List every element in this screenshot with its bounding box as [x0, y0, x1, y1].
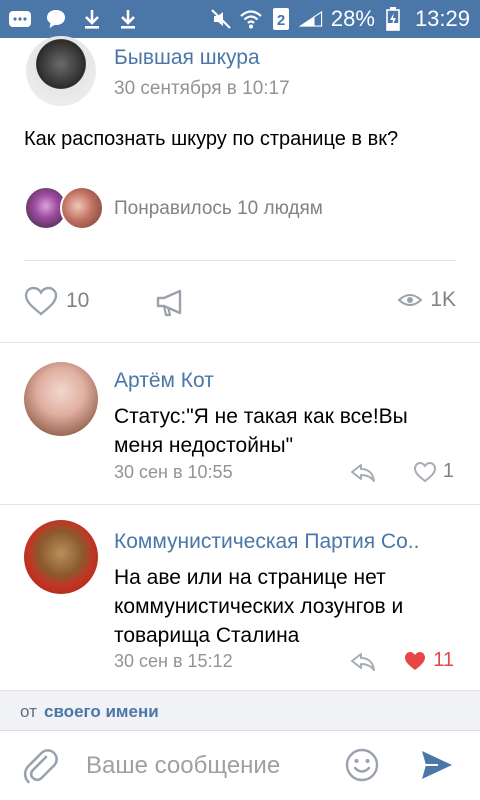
send-button[interactable]: [420, 749, 454, 786]
download-icon: [80, 7, 104, 31]
status-bar: 2 28% 13:29: [0, 0, 480, 38]
message-input[interactable]: [86, 747, 316, 785]
emoji-button[interactable]: [345, 748, 379, 787]
heart-filled-icon: [405, 651, 426, 670]
clock: 13:29: [414, 6, 470, 31]
chat-icon: [8, 7, 32, 31]
sim-2-icon: 2: [269, 7, 293, 31]
heart-outline-icon: [413, 461, 436, 482]
comment-date: 30 сен в 15:12: [114, 651, 233, 671]
post-text: Как распознать шкуру по странице в вк?: [24, 128, 399, 150]
attach-button[interactable]: [22, 747, 58, 790]
post-actions: 10 1K: [24, 282, 456, 326]
comment-like-button[interactable]: 1: [413, 460, 454, 483]
post-author-avatar[interactable]: [26, 36, 96, 106]
divider: [24, 260, 456, 261]
comment-author-name[interactable]: Коммунистическая Партия Со..: [114, 530, 419, 554]
like-count: 10: [66, 289, 90, 312]
heart-outline-icon: [24, 286, 58, 316]
message-icon: [44, 7, 68, 31]
megaphone-icon: [156, 289, 182, 317]
notification-icons: [8, 7, 140, 31]
comment-text: На аве или на странице нет коммунистичес…: [114, 566, 404, 647]
message-composer: [0, 730, 480, 800]
download-icon: [116, 7, 140, 31]
likers-avatars[interactable]: [24, 186, 108, 230]
post-as-bar[interactable]: от своего имени: [0, 690, 480, 730]
send-icon: [422, 751, 452, 779]
eye-icon: [398, 294, 423, 306]
paperclip-icon: [23, 749, 58, 784]
comment-text: Статус:"Я не такая как все!Вы меня недос…: [114, 405, 408, 457]
like-button[interactable]: 10: [24, 286, 89, 316]
comment-author-avatar[interactable]: [24, 520, 98, 594]
post-as-label: от: [20, 702, 37, 721]
post-author-name[interactable]: Бывшая шкура: [114, 46, 260, 70]
battery-percent: 28%: [330, 6, 375, 31]
reply-button[interactable]: [350, 463, 376, 488]
divider: [0, 342, 480, 343]
system-icons: 2 28% 13:29: [209, 6, 470, 32]
battery-charging-icon: [381, 7, 405, 31]
reply-icon: [351, 464, 375, 482]
divider: [0, 504, 480, 505]
smiley-icon: [345, 748, 379, 782]
post-date: 30 сентября в 10:17: [114, 78, 290, 99]
reply-button[interactable]: [350, 652, 376, 677]
likes-summary[interactable]: Понравилось 10 людям: [114, 198, 323, 220]
comment-like-count: 1: [442, 460, 454, 482]
mute-icon: [209, 7, 233, 31]
comment-like-button[interactable]: 11: [403, 649, 454, 672]
reply-icon: [351, 653, 375, 671]
wifi-icon: [239, 7, 263, 31]
views-counter: 1K: [398, 288, 456, 312]
comment-date: 30 сен в 10:55: [114, 462, 233, 482]
comment-author-avatar[interactable]: [24, 362, 98, 436]
signal-icon: [298, 7, 323, 31]
liker-avatar: [60, 186, 104, 230]
post-as-value[interactable]: своего имени: [44, 702, 159, 722]
share-button[interactable]: [154, 288, 186, 323]
svg-text:2: 2: [277, 12, 285, 29]
views-count: 1K: [430, 288, 456, 311]
comment-like-count: 11: [433, 649, 454, 671]
comment-author-name[interactable]: Артём Кот: [114, 369, 214, 393]
